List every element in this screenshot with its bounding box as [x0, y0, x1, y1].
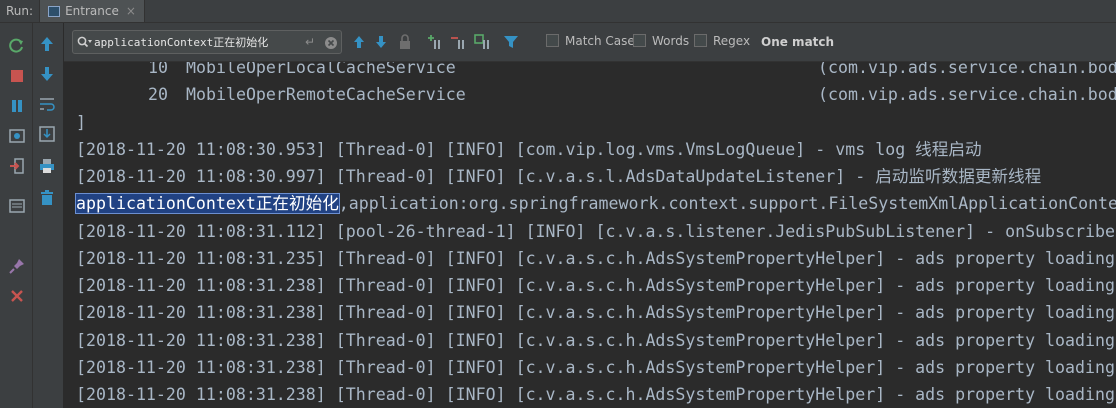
words-checkbox[interactable]	[633, 34, 646, 47]
search-input[interactable]: applicationContext正在初始化 ↵	[72, 30, 342, 54]
log-line: [2018-11-20 11:08:31.238] [Thread-0] [IN…	[76, 385, 1116, 404]
tab-close-icon[interactable]: ×	[126, 4, 136, 18]
regex-checkbox[interactable]	[694, 34, 707, 47]
dump-threads-icon[interactable]	[8, 127, 26, 145]
log-line: [2018-11-20 11:08:31.238] [Thread-0] [IN…	[76, 331, 1116, 350]
up-arrow-icon[interactable]	[38, 35, 56, 53]
bracket-line: ]	[76, 113, 86, 132]
service-row-num: 10	[148, 62, 168, 77]
log-line: [2018-11-20 11:08:31.238] [Thread-0] [IN…	[76, 276, 1116, 295]
find-in-selection-icon[interactable]	[396, 33, 414, 51]
run-label: Run:	[6, 4, 34, 18]
service-row-num: 20	[148, 85, 168, 104]
words-label[interactable]: Words	[652, 34, 689, 48]
run-actions-toolbar	[0, 23, 33, 408]
soft-wrap-icon[interactable]	[38, 95, 56, 113]
filter-icon[interactable]	[502, 33, 520, 51]
trash-icon[interactable]	[38, 189, 56, 207]
pin-icon[interactable]	[8, 257, 26, 275]
console-actions-toolbar	[33, 23, 64, 408]
match-case-checkbox[interactable]	[546, 34, 559, 47]
rerun-icon[interactable]	[8, 37, 26, 55]
prev-occurrence-icon[interactable]	[350, 33, 368, 51]
match-case-label[interactable]: Match Case	[565, 34, 635, 48]
match-count-status: One match	[761, 35, 835, 49]
run-tool-window-header: Run: Entrance ×	[0, 0, 1116, 23]
enter-icon: ↵	[305, 35, 316, 49]
down-arrow-icon[interactable]	[38, 65, 56, 83]
exit-icon[interactable]	[8, 157, 26, 175]
search-match-highlight: applicationContext正在初始化	[75, 193, 340, 214]
add-occurrence-icon[interactable]	[426, 33, 444, 51]
print-icon[interactable]	[38, 157, 56, 175]
log-line: [2018-11-20 11:08:30.953] [Thread-0] [IN…	[76, 140, 982, 159]
console-output[interactable]: 10 MobileOperLocalCacheService (com.vip.…	[64, 62, 1116, 408]
close-icon[interactable]	[8, 287, 26, 305]
search-query: applicationContext正在初始化	[94, 36, 269, 49]
layout-icon[interactable]	[8, 197, 26, 215]
service-row-package: (com.vip.ads.service.chain.body.c	[818, 85, 1116, 104]
stop-icon[interactable]	[8, 67, 26, 85]
console-search-bar: applicationContext正在初始化 ↵ Match Case Wor…	[64, 23, 1116, 62]
log-line: [2018-11-20 11:08:30.997] [Thread-0] [IN…	[76, 167, 1042, 186]
search-match-line: applicationContext正在初始化,application:org.…	[75, 192, 1116, 216]
log-line: [2018-11-20 11:08:31.238] [Thread-0] [IN…	[76, 358, 1116, 377]
scroll-to-end-icon[interactable]	[38, 125, 56, 143]
clear-icon[interactable]	[324, 35, 338, 54]
search-icon[interactable]	[77, 35, 93, 54]
console-tab-icon	[48, 5, 61, 17]
select-all-occurrences-icon[interactable]	[474, 33, 492, 51]
log-line: [2018-11-20 11:08:31.235] [Thread-0] [IN…	[76, 249, 1116, 268]
service-row-package: (com.vip.ads.service.chain.body.c	[818, 62, 1116, 77]
run-tab-entrance[interactable]: Entrance ×	[39, 0, 145, 22]
service-row-name: MobileOperRemoteCacheService	[186, 85, 466, 104]
pause-icon[interactable]	[8, 97, 26, 115]
service-row-name: MobileOperLocalCacheService	[186, 62, 456, 77]
run-tab-title: Entrance	[65, 4, 119, 18]
next-occurrence-icon[interactable]	[372, 33, 390, 51]
regex-label[interactable]: Regex	[713, 34, 750, 48]
match-line-rest: ,application:org.springframework.context…	[338, 194, 1116, 213]
log-line: [2018-11-20 11:08:31.112] [pool-26-threa…	[76, 222, 1116, 241]
remove-occurrence-icon[interactable]	[450, 33, 468, 51]
log-line: [2018-11-20 11:08:31.238] [Thread-0] [IN…	[76, 303, 1116, 322]
